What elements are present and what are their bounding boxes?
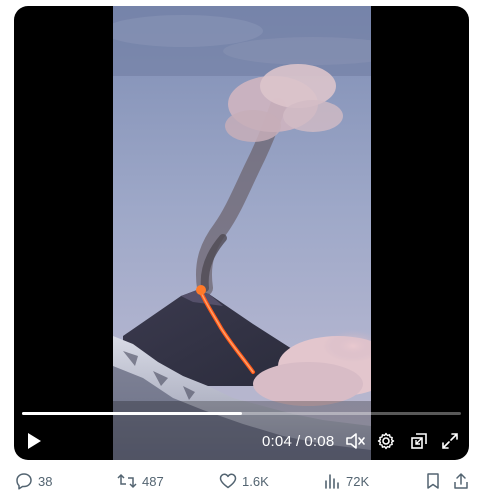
picture-in-picture-icon <box>411 433 427 449</box>
repost-count: 487 <box>142 473 164 489</box>
time-separator: / <box>296 432 301 450</box>
repost-button[interactable]: 487 <box>117 466 164 496</box>
time-display: 0:04 / 0:08 <box>262 424 334 458</box>
bookmark-button[interactable] <box>425 466 441 496</box>
like-count: 1.6K <box>242 473 269 489</box>
share-button[interactable] <box>453 466 469 496</box>
fullscreen-button[interactable] <box>436 424 464 458</box>
play-icon <box>28 433 41 449</box>
post-actions-bar: 38 487 1.6K 72K <box>0 466 477 496</box>
heart-icon <box>219 473 237 489</box>
duration: 0:08 <box>304 432 335 450</box>
volume-muted-icon <box>346 433 365 449</box>
reply-icon <box>16 473 32 490</box>
gear-icon <box>377 432 395 450</box>
fullscreen-icon <box>442 433 458 449</box>
share-icon <box>454 473 468 489</box>
video-frame-volcano[interactable] <box>113 6 371 460</box>
settings-button[interactable] <box>372 424 400 458</box>
repost-icon <box>117 473 137 489</box>
picture-in-picture-button[interactable] <box>405 424 433 458</box>
views-button[interactable]: 72K <box>323 466 369 496</box>
views-chart-icon <box>325 474 339 489</box>
play-button[interactable] <box>20 424 48 458</box>
bookmark-icon <box>427 473 439 489</box>
like-button[interactable]: 1.6K <box>219 466 269 496</box>
mute-button[interactable] <box>341 424 369 458</box>
video-player[interactable]: 0:04 / 0:08 <box>14 6 469 460</box>
volcano-scene-image <box>113 6 371 460</box>
views-count: 72K <box>346 473 370 489</box>
reply-count: 38 <box>38 473 53 489</box>
current-time: 0:04 <box>262 432 292 450</box>
player-controls: 0:04 / 0:08 <box>14 424 469 458</box>
progress-bar-played <box>22 412 242 415</box>
reply-button[interactable]: 38 <box>15 466 52 496</box>
progress-bar[interactable] <box>22 412 461 415</box>
